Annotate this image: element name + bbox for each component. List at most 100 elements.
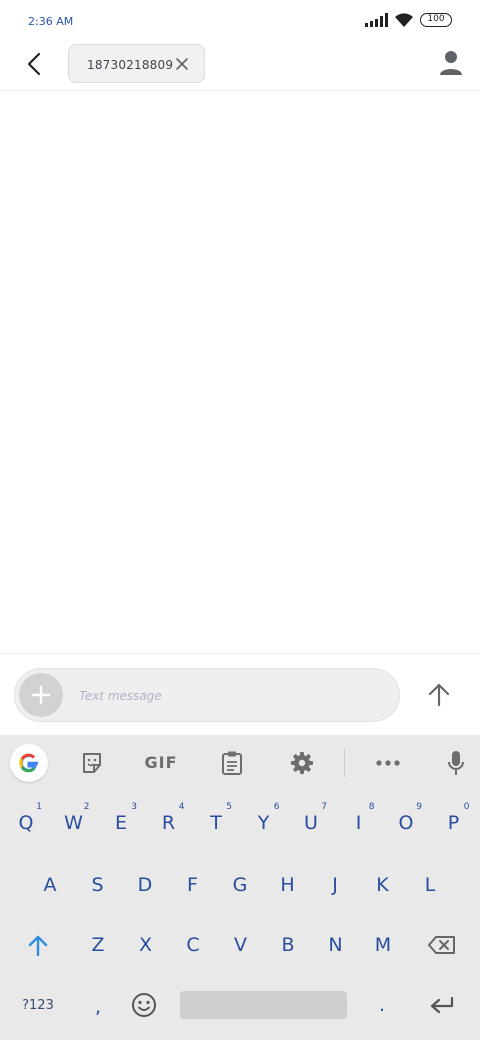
key-hint: 7 bbox=[321, 802, 327, 812]
shift-key[interactable] bbox=[16, 918, 60, 972]
key-a[interactable]: A bbox=[28, 858, 72, 912]
key-hint: 1 bbox=[36, 802, 42, 812]
back-button[interactable] bbox=[20, 50, 48, 78]
attach-button[interactable] bbox=[19, 673, 63, 717]
key-p[interactable]: P0 bbox=[432, 796, 476, 850]
backspace-icon bbox=[428, 936, 455, 954]
close-icon[interactable] bbox=[174, 56, 190, 72]
compose-bar bbox=[0, 653, 480, 735]
key-s[interactable]: S bbox=[76, 858, 120, 912]
key-f[interactable]: F bbox=[171, 858, 215, 912]
key-label: R bbox=[161, 812, 176, 834]
sticker-button[interactable] bbox=[72, 735, 112, 790]
key-hint: 3 bbox=[131, 802, 137, 812]
key-label: X bbox=[138, 934, 153, 956]
key-j[interactable]: J bbox=[313, 858, 357, 912]
key-e[interactable]: E3 bbox=[99, 796, 143, 850]
status-icons: 100 bbox=[365, 12, 452, 28]
key-label: O bbox=[398, 812, 414, 834]
key-hint: 5 bbox=[226, 802, 232, 812]
key-hint: 9 bbox=[416, 802, 422, 812]
key-label: G bbox=[232, 874, 248, 896]
key-v[interactable]: V bbox=[219, 918, 263, 972]
wifi-icon bbox=[395, 13, 413, 27]
key-i[interactable]: I8 bbox=[337, 796, 381, 850]
key-label: K bbox=[376, 874, 389, 896]
gif-label: GIF bbox=[144, 753, 178, 772]
symbols-key[interactable]: ?123 bbox=[14, 978, 62, 1032]
key-label: U bbox=[304, 812, 318, 834]
gif-button[interactable]: GIF bbox=[136, 735, 186, 790]
comma-key[interactable]: , bbox=[76, 980, 120, 1034]
key-y[interactable]: Y6 bbox=[242, 796, 286, 850]
key-label: T bbox=[210, 812, 222, 834]
period-key[interactable]: . bbox=[360, 978, 404, 1032]
key-k[interactable]: K bbox=[361, 858, 405, 912]
key-label: H bbox=[280, 874, 295, 896]
key-label: B bbox=[281, 934, 295, 956]
sticker-icon bbox=[83, 752, 101, 773]
key-g[interactable]: G bbox=[218, 858, 262, 912]
plus-icon bbox=[31, 685, 51, 705]
key-label: Q bbox=[18, 812, 34, 834]
voice-button[interactable] bbox=[436, 735, 476, 790]
google-button[interactable] bbox=[8, 735, 50, 790]
gear-icon bbox=[291, 751, 313, 774]
key-hint: 8 bbox=[368, 802, 375, 812]
keyboard: Q1W2E3R4T5Y6U7I8O9P0 ASDFGHJKL ZXCVBNM ?… bbox=[0, 790, 480, 1040]
send-arrow-icon bbox=[428, 683, 450, 707]
compose-box bbox=[14, 668, 400, 722]
key-label: J bbox=[332, 874, 338, 896]
key-label: A bbox=[43, 874, 57, 896]
keyboard-toolbar: GIF bbox=[0, 735, 480, 790]
message-input[interactable] bbox=[79, 684, 379, 708]
conversation-header: 18730218809 bbox=[0, 40, 480, 91]
key-w[interactable]: W2 bbox=[52, 796, 96, 850]
key-label: W bbox=[64, 812, 83, 834]
key-label: L bbox=[424, 874, 436, 896]
toolbar-divider bbox=[344, 749, 345, 777]
period-label: . bbox=[378, 994, 386, 1016]
key-label: S bbox=[91, 874, 104, 896]
key-n[interactable]: N bbox=[314, 918, 358, 972]
person-icon[interactable] bbox=[438, 50, 464, 76]
recipient-number: 18730218809 bbox=[87, 58, 174, 72]
key-t[interactable]: T5 bbox=[194, 796, 238, 850]
symbols-label: ?123 bbox=[22, 997, 54, 1013]
status-time: 2:36 AM bbox=[28, 15, 74, 28]
clipboard-button[interactable] bbox=[212, 735, 252, 790]
key-label: D bbox=[137, 874, 153, 896]
key-z[interactable]: Z bbox=[76, 918, 120, 972]
key-c[interactable]: C bbox=[171, 918, 215, 972]
comma-label: , bbox=[94, 996, 102, 1018]
emoji-key[interactable] bbox=[122, 978, 166, 1032]
status-bar: 2:36 AM 100 bbox=[0, 0, 480, 40]
key-o[interactable]: O9 bbox=[384, 796, 428, 850]
key-label: Z bbox=[91, 934, 105, 956]
backspace-key[interactable] bbox=[420, 918, 464, 972]
key-u[interactable]: U7 bbox=[289, 796, 333, 850]
settings-button[interactable] bbox=[282, 735, 322, 790]
space-bar[interactable] bbox=[180, 991, 347, 1019]
recipient-chip[interactable]: 18730218809 bbox=[68, 44, 205, 83]
enter-icon bbox=[430, 996, 454, 1014]
clipboard-icon bbox=[222, 751, 242, 775]
key-label: V bbox=[234, 934, 247, 956]
key-q[interactable]: Q1 bbox=[4, 796, 48, 850]
key-l[interactable]: L bbox=[408, 858, 452, 912]
message-list bbox=[0, 91, 480, 653]
key-x[interactable]: X bbox=[124, 918, 168, 972]
key-h[interactable]: H bbox=[266, 858, 310, 912]
key-d[interactable]: D bbox=[123, 858, 167, 912]
key-b[interactable]: B bbox=[266, 918, 310, 972]
key-r[interactable]: R4 bbox=[147, 796, 191, 850]
key-label: Y bbox=[257, 812, 270, 834]
send-button[interactable] bbox=[422, 678, 456, 712]
key-label: C bbox=[186, 934, 200, 956]
more-button[interactable] bbox=[368, 735, 408, 790]
key-label: N bbox=[328, 934, 343, 956]
key-label: I bbox=[355, 812, 362, 834]
google-icon bbox=[10, 743, 48, 782]
enter-key[interactable] bbox=[420, 978, 464, 1032]
key-m[interactable]: M bbox=[361, 918, 405, 972]
